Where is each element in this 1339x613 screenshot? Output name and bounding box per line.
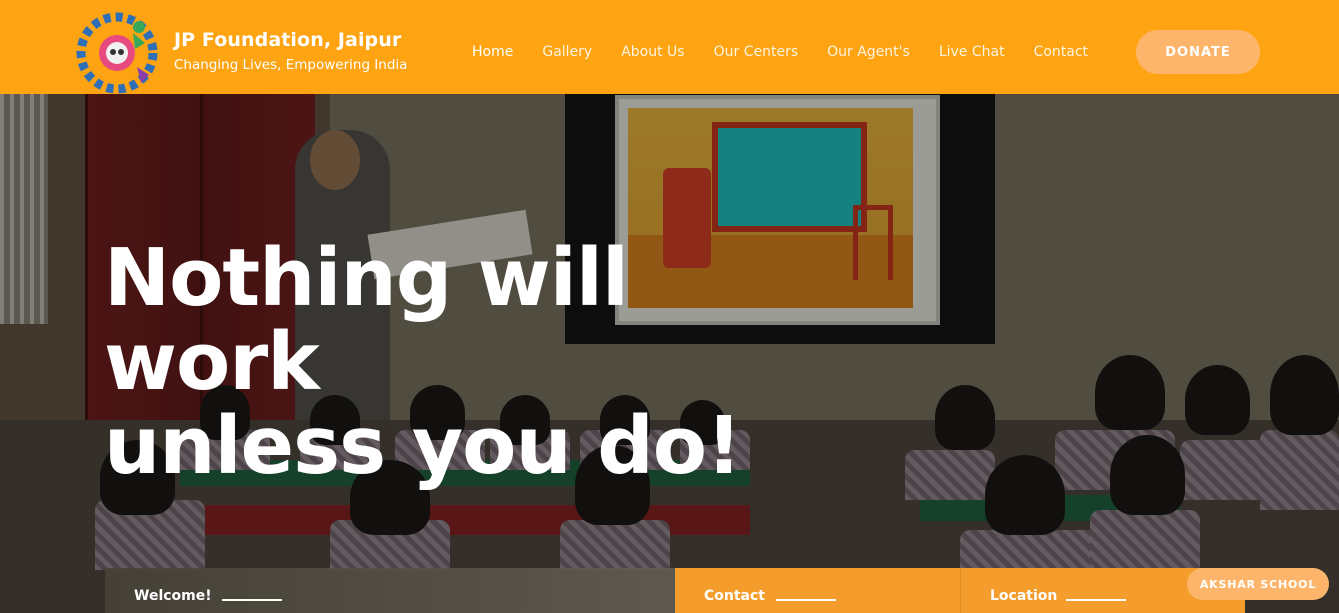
brand-title[interactable]: JP Foundation, Jaipur [174, 29, 401, 51]
contact-card-title: Contact [704, 588, 765, 604]
nav-about-us[interactable]: About Us [621, 44, 684, 60]
nav-contact[interactable]: Contact [1034, 44, 1088, 60]
hero-headline: Nothing will work unless you do! [104, 236, 864, 488]
foundation-gear-logo[interactable] [74, 10, 160, 96]
nav-gallery[interactable]: Gallery [542, 44, 592, 60]
akshar-school-button[interactable]: AKSHAR SCHOOL [1187, 568, 1329, 600]
welcome-card-title: Welcome! [134, 588, 212, 604]
nav-our-agents[interactable]: Our Agent's [827, 44, 910, 60]
welcome-card: Welcome! [105, 568, 675, 613]
main-nav: Home Gallery About Us Our Centers Our Ag… [472, 44, 1117, 60]
donate-button[interactable]: DONATE [1136, 30, 1260, 74]
location-card-underline [1066, 599, 1126, 601]
hero-headline-line-1: Nothing will work [104, 232, 629, 408]
nav-live-chat[interactable]: Live Chat [939, 44, 1005, 60]
nav-home[interactable]: Home [472, 44, 513, 60]
location-card-title: Location [990, 588, 1058, 604]
welcome-card-underline [222, 599, 282, 601]
site-header: JP Foundation, Jaipur Changing Lives, Em… [0, 0, 1339, 94]
contact-card: Contact [675, 568, 960, 613]
hero-headline-line-2: unless you do! [104, 400, 742, 492]
brand-tagline: Changing Lives, Empowering India [174, 57, 408, 73]
contact-card-underline [776, 599, 836, 601]
nav-our-centers[interactable]: Our Centers [714, 44, 799, 60]
